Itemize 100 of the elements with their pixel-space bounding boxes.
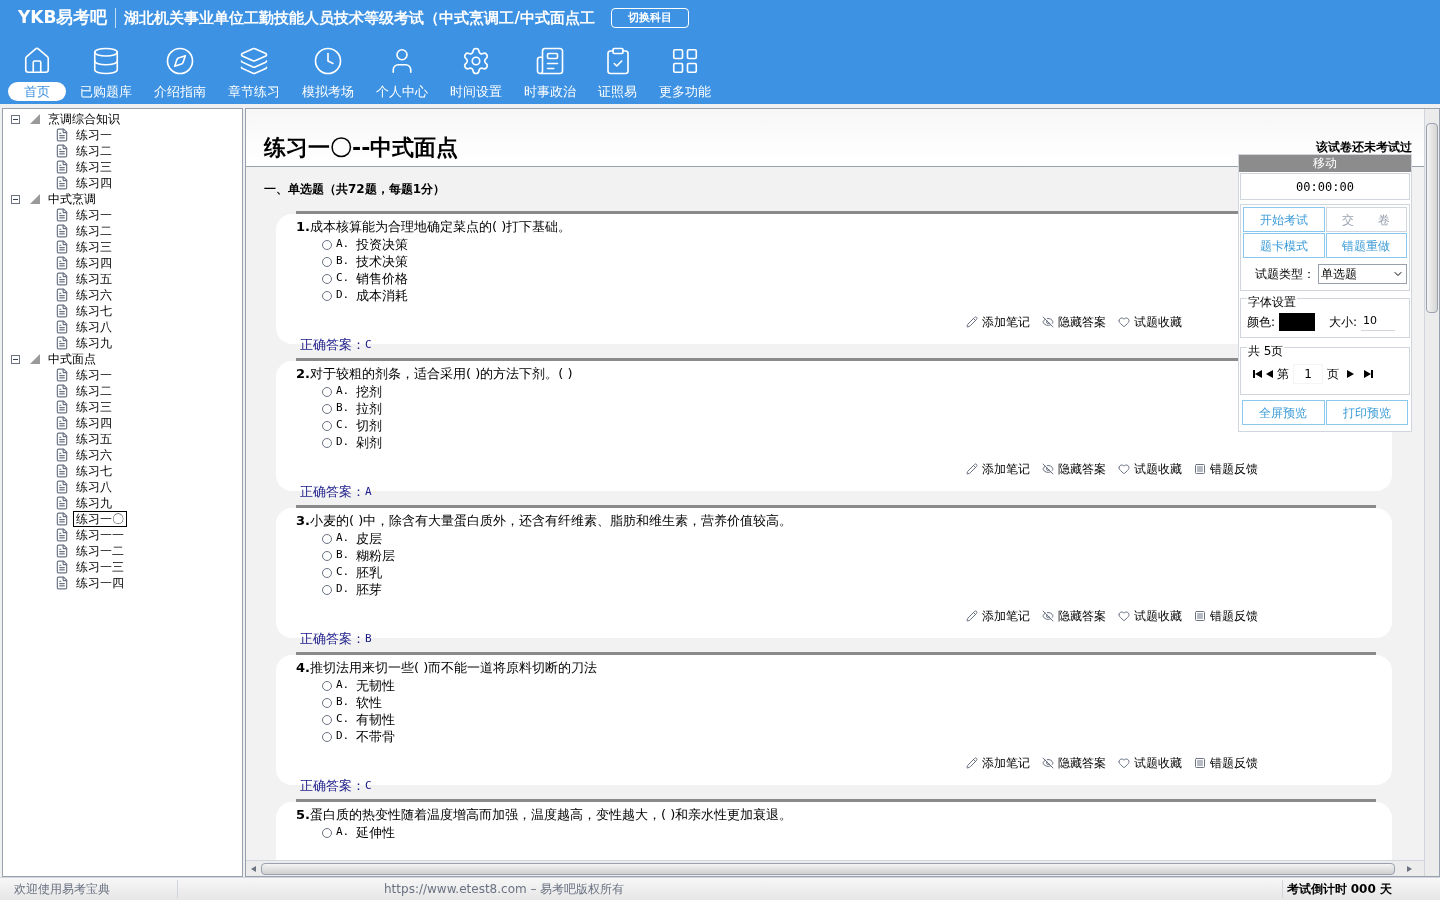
tree-item[interactable]: 练习二: [73, 383, 115, 399]
horizontal-scrollbar[interactable]: [246, 860, 1424, 876]
option-text: 皮层: [356, 529, 382, 548]
question-action[interactable]: 错题反馈: [1194, 460, 1258, 478]
tree-item[interactable]: 练习六: [73, 447, 115, 463]
option-label: A.: [336, 824, 351, 841]
document-icon: [55, 288, 69, 302]
scroll-left-icon[interactable]: [251, 865, 256, 872]
option-text: 糊粉层: [356, 546, 395, 565]
tree-item[interactable]: 练习一: [73, 127, 115, 143]
tree-group[interactable]: 中式面点: [48, 350, 96, 368]
next-page-icon[interactable]: [1347, 370, 1354, 378]
question-text: 1.成本核算能为合理地确定菜点的( )打下基础。: [296, 218, 572, 236]
scroll-right-icon[interactable]: [1407, 865, 1412, 872]
tree-item[interactable]: 练习四: [73, 415, 115, 431]
countdown-text: 考试倒计时 000 天: [1281, 880, 1392, 898]
tree-item[interactable]: 练习一: [73, 367, 115, 383]
question-action[interactable]: 错题反馈: [1194, 754, 1258, 772]
question-action[interactable]: 试题收藏: [1118, 313, 1182, 331]
size-label: 大小:: [1329, 314, 1358, 331]
option-label: C.: [336, 711, 351, 728]
tree-item[interactable]: 练习六: [73, 287, 115, 303]
page-prefix: 第: [1277, 366, 1289, 383]
color-swatch[interactable]: [1279, 313, 1316, 331]
document-icon: [55, 160, 69, 174]
tree-item[interactable]: 练习五: [73, 271, 115, 287]
question-action[interactable]: 隐藏答案: [1042, 754, 1106, 772]
tree-item[interactable]: 练习八: [73, 479, 115, 495]
tree-item[interactable]: 练习三: [73, 159, 115, 175]
question-action[interactable]: 添加笔记: [966, 607, 1030, 625]
timer-display: 00:00:00: [1240, 173, 1410, 200]
list-icon: [1194, 463, 1206, 475]
question-action[interactable]: 隐藏答案: [1042, 607, 1106, 625]
document-icon: [55, 256, 69, 270]
question-text: 4.推切法用来切一些( )而不能一道将原料切断的刀法: [296, 659, 598, 677]
tree-item[interactable]: 练习一三: [73, 559, 127, 575]
document-icon: [55, 544, 69, 558]
document-icon: [55, 272, 69, 286]
tree-item[interactable]: 练习一一: [73, 527, 127, 543]
tree-item[interactable]: 练习五: [73, 431, 115, 447]
tree-item[interactable]: 练习一四: [73, 575, 127, 591]
collapse-toggle[interactable]: [11, 114, 20, 124]
option-label: D.: [336, 581, 351, 598]
list-icon: [1194, 757, 1206, 769]
size-field[interactable]: 10: [1361, 313, 1396, 331]
previous-page-icon[interactable]: [1266, 370, 1273, 378]
option-text: 剁剂: [356, 433, 382, 452]
collapse-toggle[interactable]: [11, 354, 20, 364]
tree-item[interactable]: 练习四: [73, 255, 115, 271]
question-action[interactable]: 添加笔记: [966, 754, 1030, 772]
first-page-icon[interactable]: [1253, 370, 1262, 378]
tree-item[interactable]: 练习八: [73, 319, 115, 335]
document-icon: [55, 528, 69, 542]
vertical-scrollbar[interactable]: [1424, 109, 1439, 876]
layers-icon: [239, 46, 269, 76]
document-icon: [55, 240, 69, 254]
question-action[interactable]: 试题收藏: [1118, 754, 1182, 772]
document-icon: [55, 144, 69, 158]
tree-item[interactable]: 练习七: [73, 463, 115, 479]
type-dropdown[interactable]: 单选题: [1318, 264, 1407, 284]
question-action[interactable]: 隐藏答案: [1042, 313, 1106, 331]
tree-item[interactable]: 练习九: [73, 495, 115, 511]
document-icon: [55, 320, 69, 334]
tree-item[interactable]: 练习四: [73, 175, 115, 191]
option-text: 有韧性: [356, 710, 395, 729]
tree-item[interactable]: 练习一〇: [73, 511, 127, 527]
tree-group[interactable]: 烹调综合知识: [48, 110, 120, 128]
window-title: 湖北机关事业单位工勤技能人员技术等级考试（中式烹调工/中式面点工: [124, 7, 595, 29]
nav-tab[interactable]: 首页: [8, 82, 66, 101]
collapse-toggle[interactable]: [11, 194, 20, 204]
tree-item[interactable]: 练习三: [73, 399, 115, 415]
option-text: 成本消耗: [356, 286, 408, 305]
question-action[interactable]: 试题收藏: [1118, 607, 1182, 625]
document-icon: [55, 560, 69, 574]
compass-icon: [165, 46, 195, 76]
triangle-icon: [30, 354, 40, 364]
tree-item[interactable]: 练习一二: [73, 543, 127, 559]
option-text: 投资决策: [356, 235, 408, 254]
tree-item[interactable]: 练习二: [73, 143, 115, 159]
heart-icon: [1118, 463, 1130, 475]
question-action[interactable]: 添加笔记: [966, 313, 1030, 331]
tree-item[interactable]: 练习一: [73, 207, 115, 223]
tree-item[interactable]: 练习二: [73, 223, 115, 239]
question-action[interactable]: 错题反馈: [1194, 607, 1258, 625]
tree-group[interactable]: 中式烹调: [48, 190, 96, 208]
tree-item[interactable]: 练习九: [73, 335, 115, 351]
last-page-icon[interactable]: [1364, 370, 1373, 378]
tree-item[interactable]: 练习七: [73, 303, 115, 319]
answer-value: C: [365, 336, 372, 353]
tree-item[interactable]: 练习三: [73, 239, 115, 255]
page-field[interactable]: 1: [1293, 364, 1323, 384]
question-action[interactable]: 隐藏答案: [1042, 460, 1106, 478]
document-icon: [55, 336, 69, 350]
question-action[interactable]: 添加笔记: [966, 460, 1030, 478]
option-label: A.: [336, 236, 351, 253]
option-label: C.: [336, 417, 351, 434]
color-label: 颜色:: [1247, 314, 1276, 331]
answer-value: C: [365, 777, 372, 794]
question-action[interactable]: 试题收藏: [1118, 460, 1182, 478]
answer-label: 正确答案：: [300, 483, 365, 501]
